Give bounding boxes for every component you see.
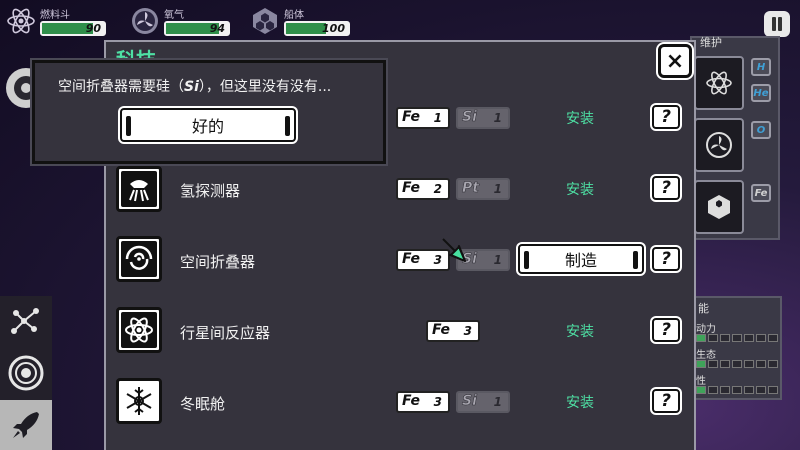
space-fold-icon [125, 245, 153, 270]
nav-ship-button[interactable] [0, 400, 52, 450]
rocket-icon [13, 412, 39, 438]
help-button[interactable]: ? [652, 176, 680, 200]
material-qty: 1 [493, 182, 502, 196]
build-button[interactable]: 制造 [518, 244, 644, 274]
material-qty: 1 [493, 395, 502, 409]
install-link[interactable]: 安装 [566, 179, 594, 199]
fuel-bar: 90 [40, 21, 106, 36]
material-qty: 1 [493, 111, 502, 125]
tech-name: 空间折叠器 [180, 253, 256, 271]
material-chip-fe: Fe 3 [426, 320, 480, 342]
material-qty: 3 [433, 395, 442, 409]
material-qty: 2 [433, 182, 442, 196]
material-symbol: Pt [462, 180, 479, 197]
tech-name: 冬眠舱 [180, 395, 226, 413]
material-chip-fe: Fe 3 [396, 391, 450, 413]
maintenance-title: 维护 [700, 36, 722, 49]
hydrogen-probe-tile[interactable] [116, 166, 162, 212]
systems-bar-power [696, 334, 778, 342]
install-link[interactable]: 安装 [566, 392, 594, 412]
hull-value: 100 [322, 22, 345, 35]
install-link[interactable]: 安装 [566, 321, 594, 341]
nav-planet-button[interactable] [0, 348, 52, 398]
hydrogen-probe-icon [129, 180, 149, 202]
material-symbol: Si [462, 109, 477, 126]
ok-button[interactable]: 好的 [120, 108, 296, 142]
oxygen-value: 94 [209, 22, 225, 35]
help-button[interactable]: ? [652, 389, 680, 413]
close-button[interactable]: × [658, 44, 692, 78]
maintenance-card-hull[interactable] [694, 180, 744, 234]
atom-icon [7, 8, 35, 34]
material-chip-fe: Fe 1 [396, 107, 450, 129]
material-symbol: Si [462, 393, 477, 410]
dialog-message-pre: 空间折叠器需要硅（ [58, 79, 184, 95]
material-symbol: Fe [432, 322, 450, 338]
gear-icon [6, 68, 34, 108]
hibernation-tile[interactable] [116, 378, 162, 424]
systems-bar-3 [696, 386, 778, 394]
oxygen-bar: 94 [164, 21, 230, 36]
chip-h: H [751, 58, 771, 76]
systems-title: 能 [698, 302, 709, 315]
dialog-message-post: ），但这里没有没有... [198, 79, 332, 95]
maintenance-card-atom[interactable] [694, 56, 744, 110]
hexagon-icon [253, 8, 277, 34]
material-chip-si: Si 1 [456, 391, 510, 413]
systems-row-power: 动力 [696, 324, 716, 335]
constellation-icon [11, 308, 39, 334]
material-qty: 1 [493, 253, 502, 267]
material-chip-pt: Pt 1 [456, 178, 510, 200]
systems-row-eco: 生态 [696, 350, 716, 361]
tech-name: 行星间反应器 [180, 324, 271, 342]
material-symbol: Fe [402, 251, 420, 267]
chip-o: O [751, 121, 771, 139]
systems-bar-eco [696, 360, 778, 368]
hexagon-icon [708, 195, 730, 219]
fuel-value: 90 [85, 22, 101, 35]
material-qty: 1 [433, 111, 442, 125]
help-button[interactable]: ? [652, 318, 680, 342]
chip-fe: Fe [751, 184, 771, 202]
fuel-label: 燃料斗 [40, 10, 70, 21]
snowflake-icon [126, 387, 152, 415]
fan-icon [706, 132, 732, 158]
fan-icon [132, 8, 158, 34]
material-symbol: Fe [402, 180, 420, 196]
dialog-message-si: Si [184, 79, 199, 95]
reactor-icon [125, 317, 153, 343]
planet-icon [8, 355, 44, 391]
hull-label: 船体 [284, 10, 304, 21]
material-symbol: Fe [402, 109, 420, 125]
pause-button[interactable] [764, 11, 790, 37]
material-qty: 3 [463, 324, 472, 338]
hull-bar-fill [286, 23, 326, 34]
oxygen-label: 氧气 [164, 10, 184, 21]
install-link[interactable]: 安装 [566, 108, 594, 128]
tech-name: 氢探测器 [180, 182, 241, 200]
nav-map-button[interactable] [0, 296, 52, 346]
material-chip-fe: Fe 2 [396, 178, 450, 200]
hull-bar: 100 [284, 21, 350, 36]
dialog-message: 空间折叠器需要硅（Si），但这里没有没有... [58, 76, 331, 96]
maintenance-card-fan[interactable] [694, 118, 744, 172]
space-fold-tile[interactable] [116, 236, 162, 282]
systems-row-3: 性 [696, 376, 706, 387]
reactor-tile[interactable] [116, 307, 162, 353]
tutorial-arrow-icon [442, 238, 466, 262]
material-chip-si: Si 1 [456, 107, 510, 129]
chip-he: He [751, 84, 771, 102]
help-button[interactable]: ? [652, 105, 680, 129]
atom-icon [706, 71, 732, 95]
material-symbol: Fe [402, 393, 420, 409]
close-icon: × [665, 48, 685, 74]
help-button[interactable]: ? [652, 247, 680, 271]
side-nav [0, 296, 52, 450]
